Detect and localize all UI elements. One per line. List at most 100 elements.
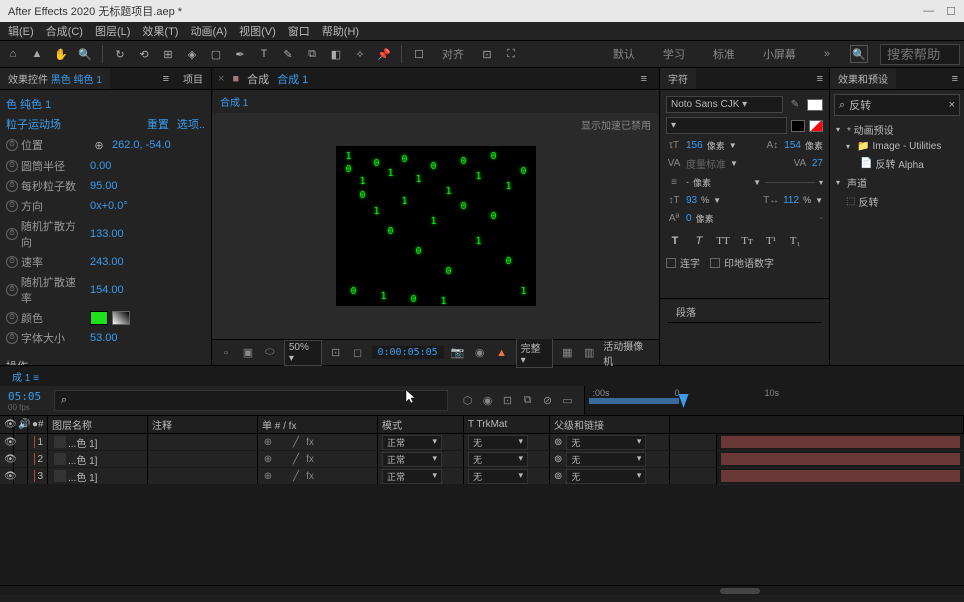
menu-help[interactable]: 帮助(H) <box>318 23 363 39</box>
layer-duration-bar[interactable] <box>721 436 960 448</box>
comp-flowchart-icon[interactable]: ⬡ <box>460 393 476 409</box>
expand-icon[interactable]: ⛶ <box>502 45 520 63</box>
pickwhip-icon[interactable]: ⊚ <box>554 454 562 465</box>
selection-tool-icon[interactable]: ▲ <box>28 45 46 63</box>
mesh-icon[interactable]: ⊡ <box>478 45 496 63</box>
shy-toggle[interactable]: ⊕ <box>262 436 274 448</box>
tree-channel[interactable]: ▾声道 <box>830 173 964 192</box>
leading-value[interactable]: 154 <box>784 140 801 151</box>
shy-toggle[interactable]: ⊕ <box>262 453 274 465</box>
layer-color-swatch[interactable] <box>34 436 35 448</box>
guides-icon[interactable]: ▥ <box>581 345 597 361</box>
zoom-tool-icon[interactable]: 🔍 <box>76 45 94 63</box>
project-tab[interactable]: 项目 <box>175 68 211 89</box>
clear-search-icon[interactable]: × <box>949 99 955 111</box>
eyedropper-icon[interactable]: ✎ <box>787 98 803 112</box>
spread-value[interactable]: 133.00 <box>90 228 124 240</box>
menu-view[interactable]: 视图(V) <box>235 23 280 39</box>
camera-label[interactable]: 活动摄像机 <box>603 338 653 368</box>
tree-invert[interactable]: ⬚反转 <box>830 192 964 211</box>
trkmat-select[interactable]: 无▾ <box>468 452 528 467</box>
motion-blur-icon[interactable]: ⊘ <box>540 393 556 409</box>
fill-color-swatch[interactable] <box>807 99 823 111</box>
quality-toggle[interactable]: ╱ <box>290 436 302 448</box>
composition-canvas[interactable]: 10 10 01 10 01 10 01 10 00 11 00 10 01 0… <box>336 146 536 306</box>
eraser-tool-icon[interactable]: ◧ <box>327 45 345 63</box>
color-mgmt-icon[interactable]: ▲ <box>494 345 510 361</box>
zoom-dropdown[interactable]: 50% ▾ <box>284 340 322 366</box>
snap-icon[interactable]: ☐ <box>410 45 428 63</box>
maximize-icon[interactable]: ☐ <box>946 5 956 18</box>
col-name[interactable]: 图层名称 <box>48 416 148 433</box>
pan-behind-icon[interactable]: ◈ <box>183 45 201 63</box>
effects-menu-icon[interactable]: ≡ <box>946 73 964 85</box>
stopwatch-icon[interactable]: ⏱ <box>6 228 18 240</box>
menu-layer[interactable]: 图层(L) <box>91 23 134 39</box>
trkmat-select[interactable]: 无▾ <box>468 435 528 450</box>
col-parent[interactable]: 父级和链接 <box>550 416 670 433</box>
allcaps-button[interactable]: TT <box>714 233 732 249</box>
layer-name[interactable]: ...色 1] <box>68 435 97 450</box>
ligature-checkbox[interactable] <box>666 258 676 268</box>
timeline-search[interactable]: ⌕ <box>54 390 448 411</box>
quality-dropdown[interactable]: 完整 ▾ <box>516 338 554 368</box>
orbit-tool-icon[interactable]: ↻ <box>111 45 129 63</box>
frame-blend-icon[interactable]: ⧉ <box>520 393 536 409</box>
menu-animation[interactable]: 动画(A) <box>186 23 231 39</box>
roto-tool-icon[interactable]: ✧ <box>351 45 369 63</box>
toolbar-search-icon[interactable]: 🔍 <box>850 45 868 63</box>
hand-tool-icon[interactable]: ✋ <box>52 45 70 63</box>
work-area-bar[interactable] <box>589 398 679 404</box>
viewer-lock-icon[interactable]: × <box>218 73 224 85</box>
quality-toggle[interactable]: ╱ <box>290 453 302 465</box>
layer-duration-bar[interactable] <box>721 453 960 465</box>
panel-menu-icon[interactable]: ≡ <box>157 73 175 85</box>
align-button[interactable]: 对齐 <box>434 44 472 64</box>
col-trkmat[interactable]: T TrkMat <box>464 416 550 433</box>
show-channel-icon[interactable]: ◉ <box>472 345 488 361</box>
menu-window[interactable]: 窗口 <box>284 23 314 39</box>
direction-value[interactable]: 0x+0.0° <box>90 200 128 212</box>
layer-row[interactable]: 👁 2 ...色 1] ⊕╱fx 正常▾ 无▾ ⊚无▾ <box>0 451 716 468</box>
effect-name[interactable]: 粒子运动场 <box>6 114 61 134</box>
menu-edit[interactable]: 辑(E) <box>4 23 38 39</box>
viewer-tab-label[interactable]: 合成 <box>247 71 269 87</box>
col-visibility[interactable]: 👁 <box>0 416 14 433</box>
comp-breadcrumb[interactable]: 合成 1 <box>212 90 659 113</box>
trkmat-select[interactable]: 无▾ <box>468 469 528 484</box>
rotate-tool-icon[interactable]: ⟲ <box>135 45 153 63</box>
playhead[interactable] <box>679 394 689 408</box>
workspace-small[interactable]: 小屏幕 <box>755 44 804 64</box>
pen-tool-icon[interactable]: ✒ <box>231 45 249 63</box>
effects-presets-tab[interactable]: 效果和预设 <box>830 68 896 89</box>
hindi-checkbox[interactable] <box>710 258 720 268</box>
timeline-scrollbar[interactable] <box>0 585 964 595</box>
quality-toggle[interactable]: ╱ <box>290 470 302 482</box>
camera-tool-icon[interactable]: ⊞ <box>159 45 177 63</box>
track-row[interactable] <box>717 451 964 468</box>
font-size-value[interactable]: 156 <box>686 140 703 151</box>
toggle-alpha-icon[interactable]: ▫ <box>218 345 234 361</box>
viewer-comp-name[interactable]: 合成 1 <box>277 71 308 87</box>
resolution-icon[interactable]: ⊡ <box>328 345 344 361</box>
toggle-transparency-icon[interactable]: ▣ <box>240 345 256 361</box>
vscale-value[interactable]: 93 <box>686 195 697 206</box>
shy-toggle[interactable]: ⊕ <box>262 470 274 482</box>
font-style-select[interactable]: ▾ <box>666 117 787 134</box>
tsume-value[interactable]: - <box>820 213 823 224</box>
stopwatch-icon[interactable]: ⏱ <box>6 284 18 296</box>
pickwhip-icon[interactable]: ⊚ <box>554 437 562 448</box>
timeline-timecode[interactable]: 05:05 <box>0 390 50 403</box>
layer-color-swatch[interactable] <box>34 470 35 482</box>
track-row[interactable] <box>717 434 964 451</box>
col-mode[interactable]: 模式 <box>378 416 464 433</box>
options-button[interactable]: 选项.. <box>177 116 205 132</box>
menu-effect[interactable]: 效果(T) <box>138 23 182 39</box>
tree-image-utilities[interactable]: ▾📁Image - Utilities <box>830 139 964 154</box>
stopwatch-icon[interactable]: ⏱ <box>6 256 18 268</box>
workspace-learn[interactable]: 学习 <box>655 44 693 64</box>
font-family-select[interactable]: Noto Sans CJK ▾ <box>666 96 783 113</box>
tree-invert-alpha[interactable]: 📄反转 Alpha <box>830 154 964 173</box>
tracking-value[interactable]: 27 <box>812 158 823 169</box>
layer-row[interactable]: 👁 3 ...色 1] ⊕╱fx 正常▾ 无▾ ⊚无▾ <box>0 468 716 485</box>
